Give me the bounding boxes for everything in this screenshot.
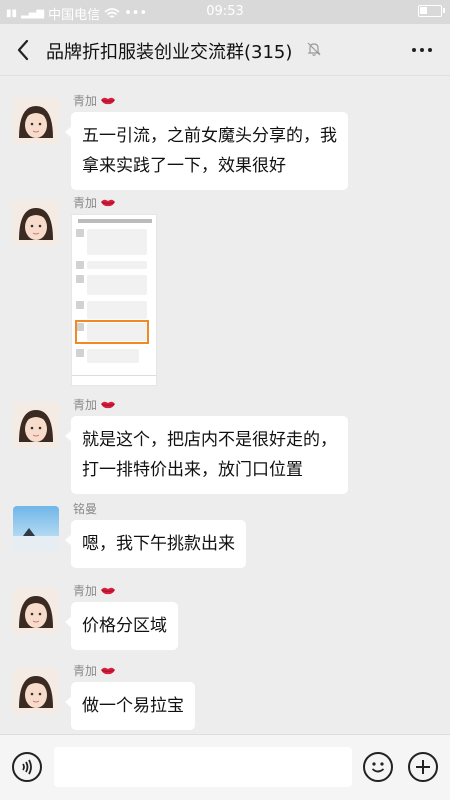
avatar[interactable] bbox=[13, 668, 59, 714]
sender-label: 青加 bbox=[73, 398, 98, 412]
message-line: 价格分区域 bbox=[82, 616, 167, 636]
sender-name: 青加 bbox=[73, 194, 116, 211]
input-bar bbox=[0, 734, 450, 800]
sender-label: 青加 bbox=[73, 196, 98, 210]
avatar[interactable] bbox=[13, 506, 59, 552]
status-bar: ▮▮ ▂▄▆ 中国电信 ••• 09:53 bbox=[0, 0, 450, 24]
avatar[interactable] bbox=[13, 98, 59, 144]
lips-icon bbox=[101, 667, 116, 675]
message-line: 就是这个，把店内不是很好走的， bbox=[82, 430, 337, 450]
status-time: 09:53 bbox=[206, 4, 244, 19]
message-bubble[interactable]: 就是这个，把店内不是很好走的， 打一排特价出来，放门口位置 bbox=[65, 416, 348, 494]
avatar[interactable] bbox=[13, 588, 59, 634]
highlight-box bbox=[75, 320, 149, 344]
sender-name: 青加 bbox=[73, 582, 116, 599]
message-line: 拿来实践了一下，效果很好 bbox=[82, 156, 286, 176]
image-thumbnail[interactable] bbox=[71, 214, 157, 386]
sender-name: 青加 bbox=[73, 662, 116, 679]
message-item: 青加 五一引流，之前女魔头分享的，我 拿来实践了一下，效果很好 bbox=[0, 94, 450, 190]
sender-label: 铭曼 bbox=[73, 502, 98, 516]
message-line: 五一引流，之前女魔头分享的，我 bbox=[82, 126, 337, 146]
message-item: 青加 就是这个，把店内不是很好走的， 打一排特价出来，放门口位置 bbox=[0, 398, 450, 494]
back-icon[interactable] bbox=[12, 36, 36, 64]
battery-icon bbox=[418, 5, 445, 17]
message-bubble[interactable]: 五一引流，之前女魔头分享的，我 拿来实践了一下，效果很好 bbox=[65, 112, 348, 190]
message-input[interactable] bbox=[54, 747, 352, 787]
sender-name: 青加 bbox=[73, 92, 116, 109]
message-item: 青加 价格分区域 bbox=[0, 584, 450, 658]
avatar[interactable] bbox=[13, 402, 59, 448]
message-bubble[interactable]: 做一个易拉宝 bbox=[65, 682, 195, 730]
avatar[interactable] bbox=[13, 200, 59, 246]
message-line: 打一排特价出来，放门口位置 bbox=[82, 460, 303, 480]
emoji-icon[interactable] bbox=[363, 752, 393, 782]
sender-name: 青加 bbox=[73, 396, 116, 413]
mute-bell-icon bbox=[307, 42, 321, 56]
sender-label: 青加 bbox=[73, 664, 98, 678]
chat-header: 品牌折扣服装创业交流群(315) bbox=[0, 24, 450, 76]
lips-icon bbox=[101, 199, 116, 207]
more-dots-icon[interactable] bbox=[412, 48, 432, 53]
chat-title: 品牌折扣服装创业交流群(315) bbox=[46, 42, 293, 63]
lips-icon bbox=[101, 401, 116, 409]
message-line: 做一个易拉宝 bbox=[82, 696, 184, 716]
plus-icon[interactable] bbox=[408, 752, 438, 782]
lips-icon bbox=[101, 97, 116, 105]
message-bubble[interactable]: 嗯，我下午挑款出来 bbox=[65, 520, 246, 568]
message-item: 铭曼 嗯，我下午挑款出来 bbox=[0, 502, 450, 576]
message-item: 青加 bbox=[0, 196, 450, 390]
message-bubble[interactable]: 价格分区域 bbox=[65, 602, 178, 650]
sender-label: 青加 bbox=[73, 94, 98, 108]
sender-label: 青加 bbox=[73, 584, 98, 598]
message-line: 嗯，我下午挑款出来 bbox=[82, 534, 235, 554]
lips-icon bbox=[101, 587, 116, 595]
voice-icon[interactable] bbox=[12, 752, 42, 782]
sender-name: 铭曼 bbox=[73, 500, 97, 517]
message-item: 青加 做一个易拉宝 bbox=[0, 664, 450, 734]
